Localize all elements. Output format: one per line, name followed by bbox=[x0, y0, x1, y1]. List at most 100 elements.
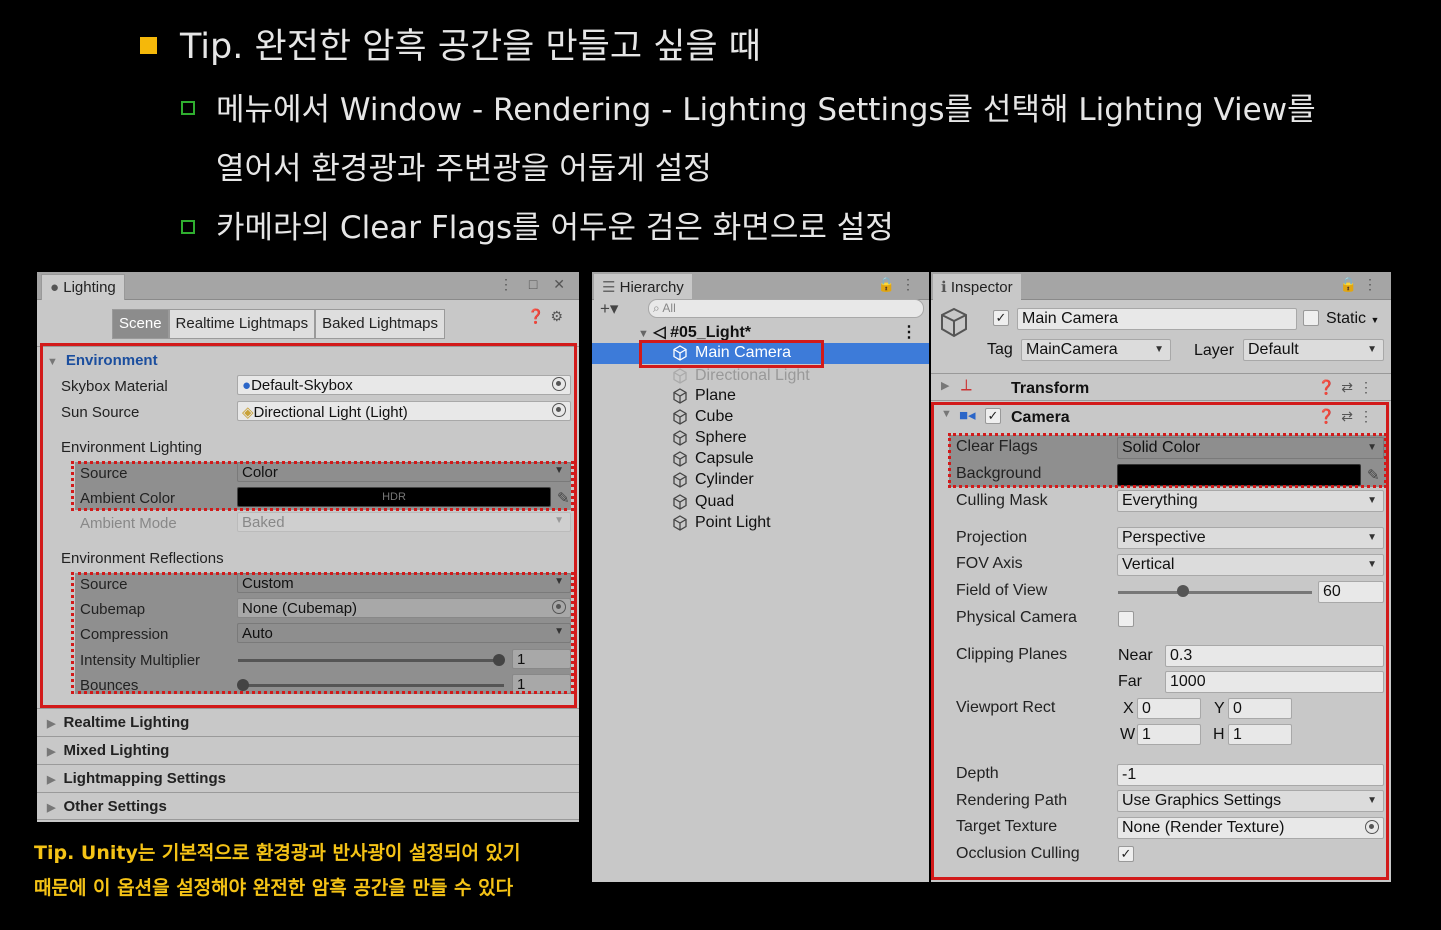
static-dropdown[interactable]: Static ▼ bbox=[1326, 310, 1379, 328]
far-input[interactable]: 1000 bbox=[1165, 671, 1384, 693]
intensity-slider-track[interactable] bbox=[238, 659, 504, 662]
cube-icon bbox=[673, 409, 687, 425]
hierarchy-item-quad[interactable]: Quad bbox=[592, 492, 929, 513]
env-source-dropdown[interactable]: Color ▼ bbox=[237, 462, 571, 482]
window-controls[interactable]: ⋮ □ ✕ bbox=[499, 276, 571, 293]
physical-camera-checkbox[interactable] bbox=[1118, 611, 1134, 627]
culling-mask-dropdown[interactable]: Everything ▼ bbox=[1117, 490, 1384, 512]
ambient-color-swatch[interactable]: HDR bbox=[237, 487, 551, 507]
fov-slider-track[interactable] bbox=[1118, 591, 1312, 594]
light-icon: ◈ bbox=[242, 404, 254, 421]
clear-flags-dropdown[interactable]: Solid Color ▼ bbox=[1117, 437, 1384, 459]
hierarchy-item-point-light[interactable]: Point Light bbox=[592, 513, 929, 534]
occlusion-culling-checkbox[interactable]: ✓ bbox=[1118, 846, 1134, 862]
hierarchy-item-sphere[interactable]: Sphere bbox=[592, 428, 929, 449]
chevron-right-icon: ▶ bbox=[47, 774, 56, 786]
camera-enabled-checkbox[interactable]: ✓ bbox=[985, 408, 1001, 424]
tab-inspector-label: Inspector bbox=[950, 279, 1013, 296]
lightmapping-settings-foldout[interactable]: ▶ Lightmapping Settings bbox=[37, 764, 579, 792]
tab-inspector[interactable]: ℹ Inspector bbox=[933, 274, 1021, 300]
skybox-field[interactable]: ●Default-Skybox bbox=[237, 375, 571, 395]
near-input[interactable]: 0.3 bbox=[1165, 645, 1384, 667]
lock-menu-icons[interactable]: 🔒⋮ bbox=[1340, 276, 1383, 293]
cubemap-field[interactable]: None (Cubemap) bbox=[237, 598, 571, 618]
component-menu-icons[interactable]: ❓⇄⋮ bbox=[1318, 379, 1379, 396]
intensity-slider-handle[interactable] bbox=[493, 654, 505, 666]
hierarchy-item-directional-light[interactable]: Directional Light bbox=[592, 366, 929, 387]
more-options-icon[interactable]: ⋮ bbox=[901, 322, 917, 342]
bounces-slider-handle[interactable] bbox=[237, 679, 249, 691]
layer-value: Default bbox=[1248, 341, 1299, 358]
subtab-baked-lightmaps[interactable]: Baked Lightmaps bbox=[315, 309, 446, 339]
hierarchy-item-capsule[interactable]: Capsule bbox=[592, 449, 929, 470]
dropdown-arrow-icon: ▼ bbox=[1367, 442, 1377, 453]
hierarchy-item-cylinder[interactable]: Cylinder bbox=[592, 470, 929, 491]
target-texture-field[interactable]: None (Render Texture) bbox=[1117, 817, 1384, 839]
fov-axis-dropdown[interactable]: Vertical ▼ bbox=[1117, 554, 1384, 576]
static-checkbox[interactable] bbox=[1303, 310, 1319, 326]
lock-menu-icons[interactable]: 🔒⋮ bbox=[878, 276, 921, 293]
ambient-mode-dropdown[interactable]: Baked ▼ bbox=[237, 512, 571, 532]
realtime-lighting-foldout[interactable]: ▶ Realtime Lighting bbox=[37, 708, 579, 736]
target-texture-value: None (Render Texture) bbox=[1122, 819, 1285, 836]
intensity-input[interactable]: 1 bbox=[512, 649, 571, 669]
camera-component-header[interactable]: ▼ ■◂ ✓ Camera ❓⇄⋮ bbox=[931, 403, 1391, 431]
hierarchy-item-cube[interactable]: Cube bbox=[592, 407, 929, 428]
object-picker-icon[interactable] bbox=[552, 600, 566, 614]
dropdown-arrow-icon: ▼ bbox=[554, 576, 564, 587]
rendering-path-dropdown[interactable]: Use Graphics Settings ▼ bbox=[1117, 790, 1384, 812]
environment-label: Environment bbox=[65, 352, 158, 369]
scene-row[interactable]: ▼ ◁ #05_Light* ⋮ bbox=[592, 322, 929, 343]
eyedropper-icon[interactable]: ✎ bbox=[1367, 466, 1380, 484]
title-bullet bbox=[140, 37, 157, 54]
transform-component-header[interactable]: ▶ ⟂ Transform ❓⇄⋮ bbox=[931, 373, 1391, 401]
sun-source-field[interactable]: ◈Directional Light (Light) bbox=[237, 401, 571, 421]
subtab-realtime-lightmaps[interactable]: Realtime Lightmaps bbox=[168, 309, 316, 339]
viewport-x-input[interactable]: 0 bbox=[1137, 698, 1201, 719]
cubemap-row: Cubemap None (Cubemap) bbox=[80, 598, 571, 620]
object-picker-icon[interactable] bbox=[1365, 820, 1379, 834]
viewport-y-input[interactable]: 0 bbox=[1228, 698, 1292, 719]
layer-dropdown[interactable]: Default ▼ bbox=[1243, 339, 1384, 361]
viewport-w-input[interactable]: 1 bbox=[1137, 724, 1201, 745]
bounces-input[interactable]: 1 bbox=[512, 674, 571, 694]
fov-slider-handle[interactable] bbox=[1177, 585, 1189, 597]
search-icon: ⌕ bbox=[653, 301, 660, 315]
object-picker-icon[interactable] bbox=[552, 403, 566, 417]
hierarchy-search-input[interactable]: ⌕ All bbox=[648, 299, 924, 318]
viewport-x-label: X bbox=[1123, 700, 1134, 717]
projection-dropdown[interactable]: Perspective ▼ bbox=[1117, 527, 1384, 549]
subtab-scene[interactable]: Scene bbox=[112, 309, 169, 339]
tab-hierarchy[interactable]: ☰ Hierarchy bbox=[594, 274, 692, 300]
fov-input[interactable]: 60 bbox=[1318, 581, 1384, 603]
refl-source-row: Source Custom ▼ bbox=[80, 573, 571, 595]
object-name-input[interactable]: Main Camera bbox=[1017, 308, 1297, 330]
active-checkbox[interactable]: ✓ bbox=[993, 310, 1009, 326]
fov-axis-value: Vertical bbox=[1122, 556, 1175, 573]
object-picker-icon[interactable] bbox=[552, 377, 566, 391]
tag-dropdown[interactable]: MainCamera ▼ bbox=[1021, 339, 1171, 361]
environment-foldout[interactable]: ▼ Environment bbox=[37, 346, 579, 374]
component-menu-icons[interactable]: ❓⇄⋮ bbox=[1318, 408, 1379, 425]
ambient-mode-label: Ambient Mode bbox=[80, 515, 177, 532]
bounces-slider-track[interactable] bbox=[238, 684, 504, 687]
env-source-row: Source Color ▼ bbox=[80, 462, 571, 484]
eyedropper-icon[interactable]: ✎ bbox=[557, 489, 570, 507]
hierarchy-item-main-camera[interactable]: Main Camera bbox=[592, 343, 929, 364]
cube-icon bbox=[673, 345, 687, 361]
compression-dropdown[interactable]: Auto ▼ bbox=[237, 623, 571, 643]
viewport-h-input[interactable]: 1 bbox=[1228, 724, 1292, 745]
help-settings-icons[interactable]: ❓⚙ bbox=[527, 308, 569, 325]
background-color-swatch[interactable] bbox=[1117, 464, 1361, 486]
hierarchy-item-plane[interactable]: Plane bbox=[592, 386, 929, 407]
env-reflections-label: Environment Reflections bbox=[61, 550, 224, 567]
refl-source-dropdown[interactable]: Custom ▼ bbox=[237, 573, 571, 593]
tab-lighting[interactable]: ● Lighting bbox=[41, 274, 125, 300]
depth-input[interactable]: -1 bbox=[1117, 764, 1384, 786]
bullet1-line1: 메뉴에서 Window - Rendering - Lighting Setti… bbox=[216, 92, 1316, 128]
mixed-lighting-foldout[interactable]: ▶ Mixed Lighting bbox=[37, 736, 579, 764]
add-object-button[interactable]: +▾ bbox=[600, 299, 618, 319]
other-settings-foldout[interactable]: ▶ Other Settings bbox=[37, 792, 579, 820]
viewport-y-value: 0 bbox=[1233, 700, 1242, 717]
dropdown-arrow-icon: ▼ bbox=[554, 515, 564, 526]
